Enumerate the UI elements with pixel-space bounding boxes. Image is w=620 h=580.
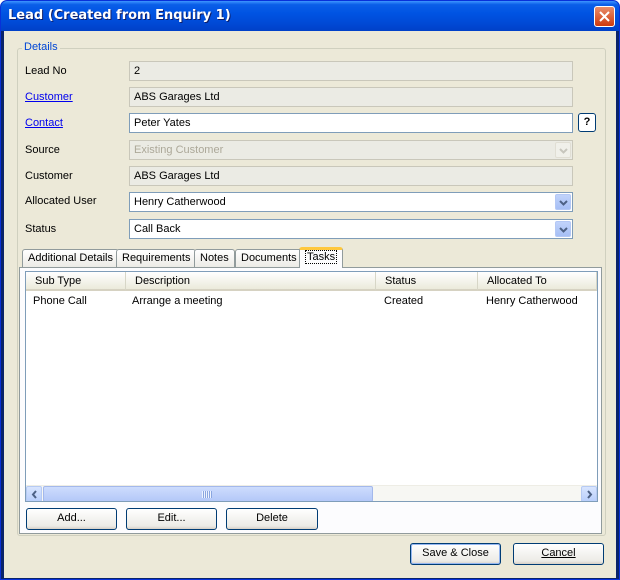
contact-help-button[interactable]: ? <box>578 113 596 132</box>
delete-task-button[interactable]: Delete <box>226 508 318 530</box>
dialog-body: Details Lead No 2 Customer ABS Garages L… <box>4 31 616 578</box>
column-status[interactable]: Status <box>376 272 478 291</box>
customer-name-label: Customer <box>25 170 73 182</box>
allocated-user-label: Allocated User <box>25 195 97 207</box>
contact-link[interactable]: Contact <box>25 117 63 129</box>
status-value: Call Back <box>134 223 181 235</box>
add-task-button[interactable]: Add... <box>26 508 117 530</box>
close-button[interactable] <box>594 6 615 27</box>
status-label: Status <box>25 223 57 235</box>
dialog-window: Lead (Created from Enquiry 1) Details Le… <box>0 0 620 580</box>
column-description[interactable]: Description <box>126 272 376 291</box>
allocated-user-dropdown-button[interactable] <box>555 194 571 210</box>
title-bar[interactable]: Lead (Created from Enquiry 1) <box>1 1 619 31</box>
column-allocated-to[interactable]: Allocated To <box>478 272 597 291</box>
allocated-user-value: Henry Catherwood <box>134 196 226 208</box>
contact-field[interactable]: Peter Yates <box>129 113 573 133</box>
arrow-right-icon <box>587 490 593 499</box>
status-select[interactable]: Call Back <box>129 219 573 239</box>
tab-tasks-label: Tasks <box>305 250 338 264</box>
scroll-grip <box>202 491 212 498</box>
source-value: Existing Customer <box>134 144 224 156</box>
details-legend: Details <box>22 41 60 53</box>
status-dropdown-button[interactable] <box>555 221 571 237</box>
save-close-button[interactable]: Save & Close <box>410 543 501 565</box>
edit-task-button[interactable]: Edit... <box>126 508 217 530</box>
allocated-user-select[interactable]: Henry Catherwood <box>129 192 573 212</box>
cell-sub-type: Phone Call <box>33 295 87 307</box>
chevron-down-icon <box>559 148 568 154</box>
horizontal-scrollbar[interactable] <box>26 485 597 501</box>
scroll-left-button[interactable] <box>26 486 42 501</box>
cancel-button[interactable]: Cancel <box>513 543 604 565</box>
scroll-right-button[interactable] <box>581 486 597 501</box>
tab-requirements[interactable]: Requirements <box>116 249 197 267</box>
column-sub-type[interactable]: Sub Type <box>26 272 126 291</box>
close-icon <box>599 11 610 22</box>
tasks-panel: Sub Type Description Status Allocated To… <box>19 267 602 534</box>
tab-tasks[interactable]: Tasks <box>299 247 344 268</box>
tab-notes[interactable]: Notes <box>194 249 235 267</box>
arrow-left-icon <box>31 490 37 499</box>
tab-additional-details[interactable]: Additional Details <box>22 249 119 267</box>
cell-status: Created <box>384 295 424 307</box>
source-label: Source <box>25 144 60 156</box>
lead-no-field: 2 <box>129 61 573 81</box>
scroll-thumb[interactable] <box>43 486 373 501</box>
tasks-list-header: Sub Type Description Status Allocated To <box>26 272 597 291</box>
source-dropdown-button <box>555 142 571 158</box>
table-row[interactable]: Phone Call Arrange a meeting Created Hen… <box>26 293 597 310</box>
window-title: Lead (Created from Enquiry 1) <box>8 8 231 23</box>
chevron-down-icon <box>559 200 568 206</box>
source-select: Existing Customer <box>129 140 573 160</box>
chevron-down-icon <box>559 227 568 233</box>
tab-documents[interactable]: Documents <box>235 249 303 267</box>
tasks-list[interactable]: Sub Type Description Status Allocated To… <box>25 271 598 502</box>
customer-field: ABS Garages Ltd <box>129 87 573 107</box>
cancel-button-label: Cancel <box>541 547 576 559</box>
customer-link[interactable]: Customer <box>25 91 73 103</box>
cell-allocated-to: Henry Catherwood <box>486 295 578 307</box>
customer-name-field: ABS Garages Ltd <box>129 166 573 186</box>
cell-description: Arrange a meeting <box>132 295 223 307</box>
lead-no-label: Lead No <box>25 65 67 77</box>
